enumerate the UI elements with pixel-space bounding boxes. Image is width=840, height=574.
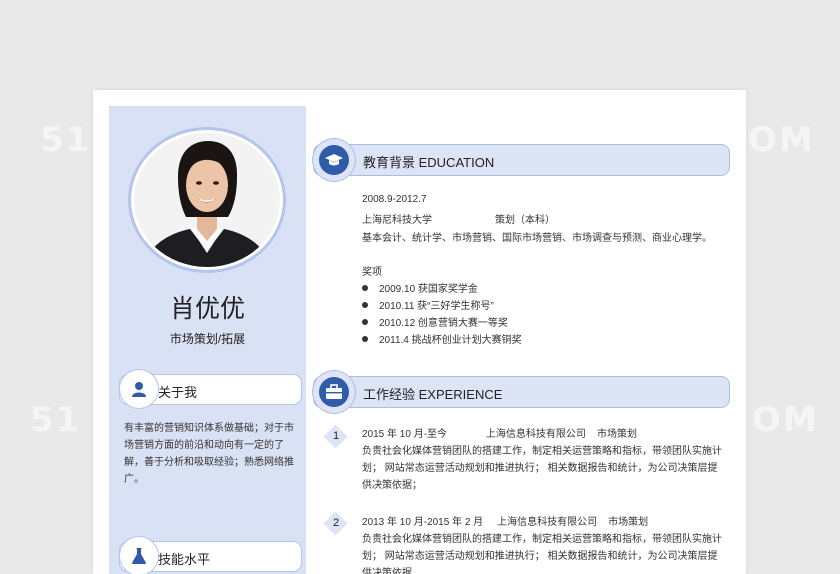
job-number: 1 <box>332 430 340 442</box>
section-header-education: 教育背景 EDUCATION <box>312 138 730 182</box>
list-item: 2010.12 创意营销大赛一等奖 <box>362 314 508 329</box>
icon-badge <box>312 370 356 414</box>
flask-icon <box>119 536 159 574</box>
list-item: 2010.11 获“三好学生称号” <box>362 297 494 312</box>
section-header-about: 关于我 <box>119 369 302 409</box>
profile-name: 肖优优 <box>169 295 245 323</box>
education-major: 策划（本科） <box>495 215 555 226</box>
section-title: 关于我 <box>158 385 198 400</box>
avatar <box>128 127 286 273</box>
briefcase-icon <box>319 377 349 407</box>
education-period: 2008.9-2012.7 <box>362 194 427 205</box>
user-icon <box>119 369 159 409</box>
job-description: 负责社会化媒体营销团队的搭建工作，制定相关运营策略和指标，带领团队实施计划； 网… <box>362 534 722 574</box>
watermark: OM <box>748 120 815 160</box>
section-title: 教育背景 EDUCATION <box>363 155 495 170</box>
watermark: 51 <box>40 120 92 160</box>
section-header-experience: 工作经验 EXPERIENCE <box>312 370 730 414</box>
about-text: 有丰富的营销知识体系做基础；对于市场营销方面的前沿和动向有一定的了解，善于分析和… <box>124 423 294 485</box>
job-description: 负责社会化媒体营销团队的搭建工作，制定相关运营策略和指标，带领团队实施计划； 网… <box>362 446 722 491</box>
section-header-skills: 技能水平 <box>119 536 302 574</box>
list-item: 2011.4 挑战杯创业计划大赛铜奖 <box>362 331 522 346</box>
profile-role: 市场策划/拓展 <box>169 332 246 346</box>
award-text: 2011.4 挑战杯创业计划大赛铜奖 <box>379 335 522 346</box>
icon-badge <box>312 138 356 182</box>
job-header: 2015 年 10 月-至今 上海信息科技有限公司 市场策划 <box>362 429 638 440</box>
watermark: 51 <box>30 400 82 440</box>
award-text: 2010.11 获“三好学生称号” <box>379 301 494 312</box>
section-title: 技能水平 <box>158 552 211 567</box>
main-content: 教育背景 EDUCATION 2008.9-2012.7 上海尼科技大学 策划（… <box>312 90 746 574</box>
job-number-badge: 2 <box>323 511 348 536</box>
section-title: 工作经验 EXPERIENCE <box>363 387 503 402</box>
education-courses: 基本会计、统计学、市场营销、国际市场营销、市场调查与预测、商业心理学。 <box>362 233 712 244</box>
education-school: 上海尼科技大学 <box>362 215 432 226</box>
job-number: 2 <box>332 517 340 529</box>
resume-page: 肖优优 市场策划/拓展 关于我 有丰富的营销知识体系做基础；对于市场营销方面的前… <box>93 90 746 574</box>
list-item: 2009.10 获国家奖学金 <box>362 280 478 295</box>
job-header: 2013 年 10 月-2015 年 2 月 上海信息科技有限公司 市场策划 <box>362 517 649 528</box>
award-text: 2009.10 获国家奖学金 <box>379 284 478 295</box>
sidebar: 肖优优 市场策划/拓展 关于我 有丰富的营销知识体系做基础；对于市场营销方面的前… <box>109 106 306 574</box>
watermark: OM <box>752 400 819 440</box>
profile-photo <box>134 133 280 267</box>
award-text: 2010.12 创意营销大赛一等奖 <box>379 318 508 329</box>
job-number-badge: 1 <box>323 424 348 449</box>
awards-title: 奖项 <box>362 267 382 278</box>
graduation-cap-icon <box>319 145 349 175</box>
